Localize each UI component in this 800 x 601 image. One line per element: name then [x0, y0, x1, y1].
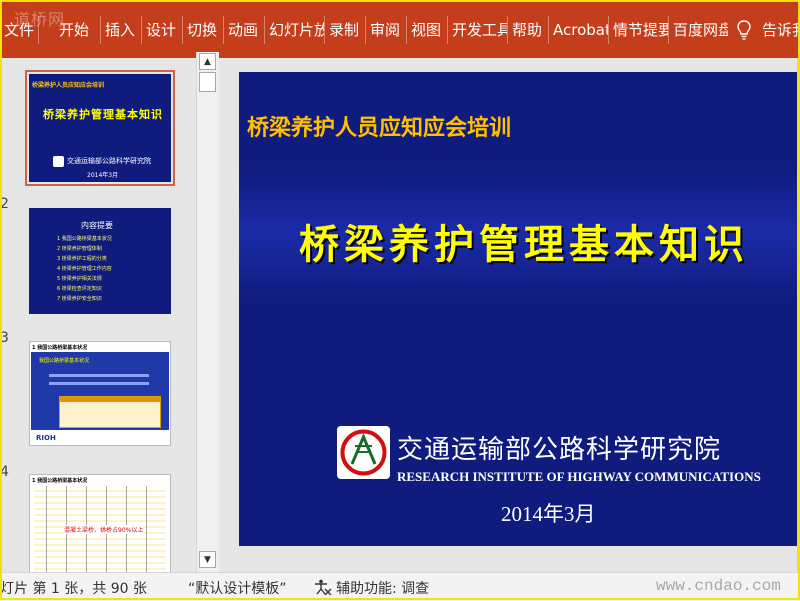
ribbon-tabs: 文件 开始 插入 设计 切换 动画 幻灯片放映 录制 审阅 视图 开发工具 帮助…	[0, 16, 728, 44]
institute-logo	[337, 426, 390, 479]
tab-review[interactable]: 审阅	[365, 16, 406, 44]
tab-slideshow[interactable]: 幻灯片放映	[264, 16, 324, 44]
url-watermark: www.cndao.com	[656, 577, 781, 595]
tab-file[interactable]: 文件	[0, 16, 38, 44]
tab-view[interactable]: 视图	[406, 16, 447, 44]
thumb3-table	[59, 396, 161, 428]
tab-baidu-netdisk[interactable]: 百度网盘	[668, 16, 728, 44]
tab-insert[interactable]: 插入	[100, 16, 141, 44]
slide-number-3: 3	[0, 330, 9, 346]
tab-home[interactable]: 开始	[38, 16, 100, 44]
thumb1-date: 2014年3月	[87, 172, 119, 179]
thumb1-title: 桥梁养护管理基本知识	[43, 108, 163, 121]
slide-title[interactable]: 桥梁养护管理基本知识	[299, 212, 749, 270]
slide-date[interactable]: 2014年3月	[501, 498, 596, 528]
thumb3-panel: 我国公路桥梁基本状况	[31, 352, 169, 430]
tell-me-search[interactable]: 告诉我	[762, 16, 800, 44]
slide-thumbnail-2[interactable]: 内容提要 1 我国公路桥梁基本状况 2 桥梁养护管理体制 3 桥梁养护工程的分类…	[29, 208, 171, 314]
status-bar: 幻灯片 第 1 张，共 90 张 “默认设计模板” 辅助功能: 调查 www.c…	[0, 572, 800, 601]
tab-record[interactable]: 录制	[324, 16, 365, 44]
institute-name-cn[interactable]: 交通运输部公路科学研究院	[397, 429, 721, 466]
thumb2-item: 3 桥梁养护工程的分类	[57, 256, 107, 262]
slide-editor-area: 桥梁养护人员应知应会培训 桥梁养护管理基本知识 交通运输部公路科学研究院 RES…	[219, 58, 800, 572]
thumb3-line	[49, 382, 149, 385]
slide-number-4: 4	[0, 464, 9, 480]
slide-thumbnail-3[interactable]: 1 我国公路桥梁基本状况 我国公路桥梁基本状况 RIOH	[29, 341, 171, 446]
tab-transitions[interactable]: 切换	[182, 16, 223, 44]
thumb3-header: 1 我国公路桥梁基本状况	[32, 345, 88, 351]
thumb3-table-header	[60, 397, 160, 402]
thumb2-item: 6 桥梁检查评定知识	[57, 286, 102, 292]
tab-developer[interactable]: 开发工具	[447, 16, 507, 44]
slide-thumbnail-4[interactable]: 1 我国公路桥梁基本状况 混凝土梁桥、拱桥占90%以上	[29, 474, 171, 572]
accessibility-icon[interactable]	[314, 579, 332, 595]
tab-design[interactable]: 设计	[141, 16, 182, 44]
thumb2-item: 1 我国公路桥梁基本状况	[57, 236, 112, 242]
thumb3-line	[49, 374, 149, 377]
lightbulb-icon[interactable]	[736, 20, 752, 40]
ribbon-tab-bar: 道桥网 文件 开始 插入 设计 切换 动画 幻灯片放映 录制 审阅 视图 开发工…	[0, 0, 800, 58]
thumb2-item: 2 桥梁养护管理体制	[57, 246, 102, 252]
tab-animations[interactable]: 动画	[223, 16, 264, 44]
scroll-down-icon[interactable]: ▼	[199, 551, 216, 568]
thumb1-header: 桥梁养护人员应知应会培训	[32, 82, 105, 89]
thumbnail-scrollbar[interactable]: ▲ ▼	[196, 52, 219, 572]
thumb1-org: 交通运输部公路科学研究院	[67, 157, 151, 165]
tab-storyboarding[interactable]: 情节提要	[608, 16, 668, 44]
scroll-up-icon[interactable]: ▲	[199, 53, 216, 70]
tab-help[interactable]: 帮助	[507, 16, 548, 44]
slide-thumbnail-1[interactable]: 桥梁养护人员应知应会培训 桥梁养护管理基本知识 交通运输部公路科学研究院 201…	[25, 70, 175, 186]
thumb1-logo	[53, 156, 64, 167]
slide-subtitle[interactable]: 桥梁养护人员应知应会培训	[247, 110, 511, 142]
institute-name-en[interactable]: RESEARCH INSTITUTE OF HIGHWAY COMMUNICAT…	[397, 469, 761, 485]
thumb2-item: 5 桥梁养护相关法规	[57, 276, 102, 282]
thumb3-bullet: 我国公路桥梁基本状况	[39, 358, 90, 364]
thumb2-title: 内容提要	[81, 221, 113, 230]
theme-name-status: “默认设计模板”	[188, 581, 287, 597]
thumb4-header: 1 我国公路桥梁基本状况	[32, 478, 88, 484]
slide-thumbnail-pane: 2 3 4 桥梁养护人员应知应会培训 桥梁养护管理基本知识 交通运输部公路科学研…	[0, 58, 196, 572]
tab-acrobat[interactable]: Acrobat	[548, 16, 608, 44]
accessibility-status[interactable]: 辅助功能: 调查	[336, 578, 429, 598]
slide-count-status[interactable]: 幻灯片 第 1 张，共 90 张	[0, 578, 147, 598]
thumb4-note: 混凝土梁桥、拱桥占90%以上	[64, 525, 144, 534]
thumb2-item: 4 桥梁养护管理工作内容	[57, 266, 112, 272]
current-slide[interactable]: 桥梁养护人员应知应会培训 桥梁养护管理基本知识 交通运输部公路科学研究院 RES…	[239, 72, 800, 546]
thumb2-item: 7 桥梁养护安全知识	[57, 296, 102, 302]
slide-number-2: 2	[0, 196, 9, 212]
scrollbar-thumb[interactable]	[199, 72, 216, 92]
thumb3-logo: RIOH	[36, 434, 56, 442]
